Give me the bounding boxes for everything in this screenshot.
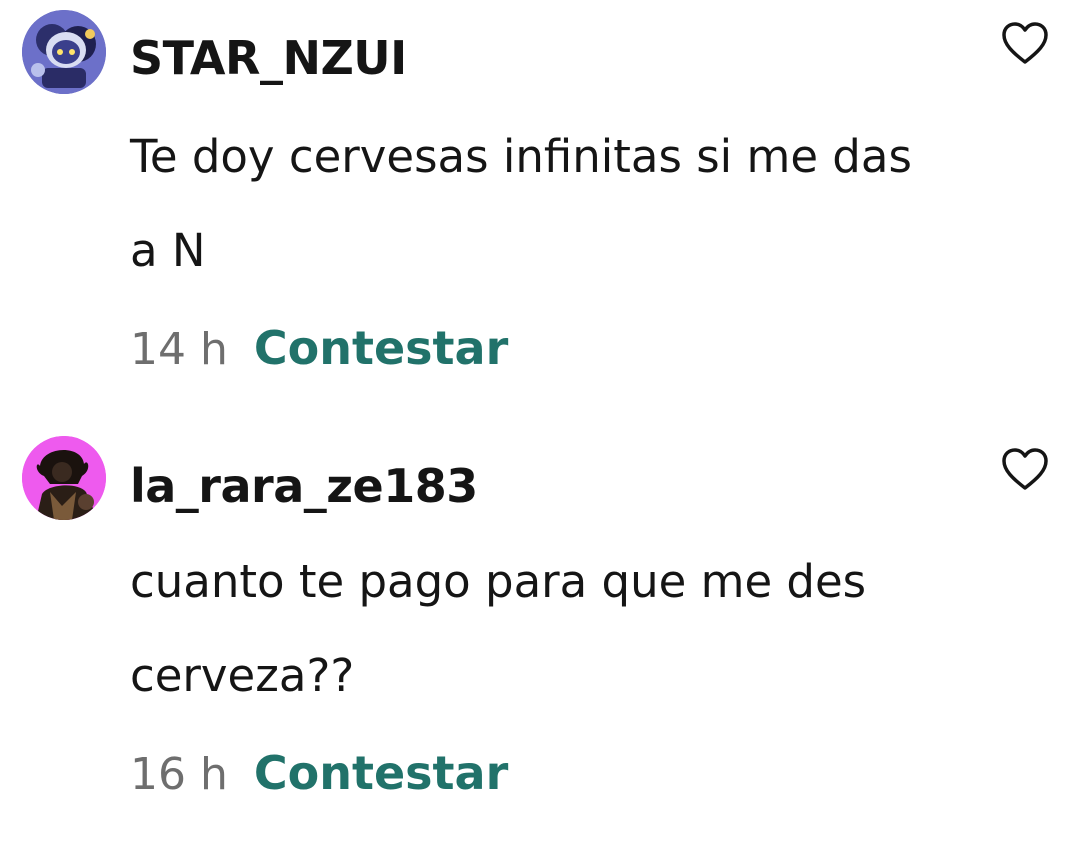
timestamp: 16 h [130, 749, 228, 800]
comment-item: la_rara_ze183 cuanto te pago para que me… [0, 425, 1080, 854]
like-button[interactable] [1000, 446, 1050, 492]
dark-character-avatar-icon [22, 436, 106, 520]
avatar[interactable] [22, 436, 106, 520]
username[interactable]: la_rara_ze183 [130, 458, 478, 514]
comment-meta: 16 h Contestar [130, 743, 508, 805]
like-button[interactable] [1000, 20, 1050, 66]
username[interactable]: STAR_NZUI [130, 30, 407, 86]
heart-outline-icon [1002, 448, 1048, 490]
comment-meta: 14 h Contestar [130, 318, 508, 380]
avatar[interactable] [22, 10, 106, 94]
comment-item: STAR_NZUI Te doy cervesas infinitas si m… [0, 0, 1080, 420]
heart-outline-icon [1002, 22, 1048, 64]
comment-text: cuanto te pago para que me des cerveza?? [130, 555, 867, 702]
reply-button[interactable]: Contestar [254, 743, 508, 803]
comment-text: Te doy cervesas infinitas si me das a N [130, 130, 912, 277]
robot-character-avatar-icon [22, 10, 106, 94]
reply-button[interactable]: Contestar [254, 318, 508, 378]
timestamp: 14 h [130, 324, 228, 375]
